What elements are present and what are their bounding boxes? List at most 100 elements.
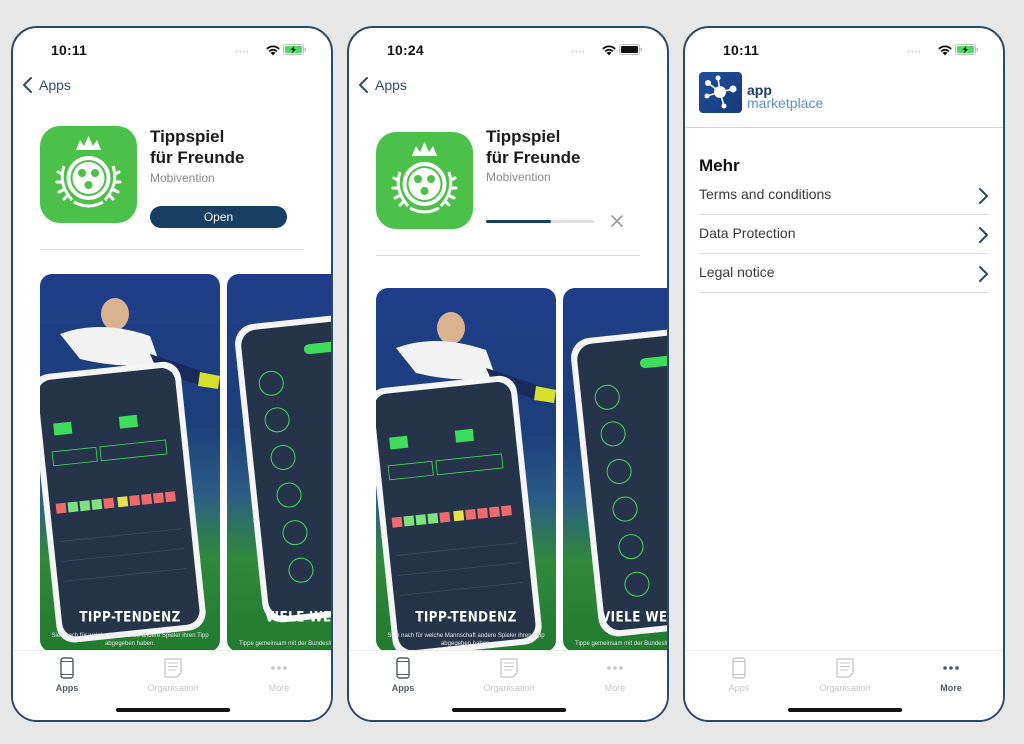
screenshot-artwork — [376, 312, 556, 652]
signal-icon — [235, 50, 249, 53]
close-icon — [611, 215, 623, 227]
phone-icon — [732, 657, 746, 679]
phone-screen-app-detail-downloading: 10:24 Apps Tippspiel für Freunde Mobiven… — [347, 26, 669, 722]
tab-label: Apps — [728, 683, 750, 693]
back-button[interactable]: Apps — [21, 76, 71, 94]
status-time: 10:11 — [51, 42, 88, 58]
tab-organisation[interactable]: Organisation — [805, 657, 885, 693]
signal-icon — [571, 50, 585, 53]
network-logo-icon — [699, 72, 742, 113]
chevron-left-icon — [23, 77, 32, 93]
screenshot-carousel[interactable]: TIPP-TENDENZ Sieh nach für welche Mannsc… — [40, 274, 331, 652]
more-dots-icon — [607, 666, 623, 670]
back-label: Apps — [375, 77, 407, 93]
tab-label: More — [604, 683, 626, 693]
screenshot-viele-wetten[interactable]: VIELE WETT Tippe gemeinsam mit der Bunde… — [227, 274, 331, 652]
list-item-data-protection[interactable]: Data Protection — [699, 215, 989, 254]
list-item-label: Data Protection — [699, 225, 796, 241]
tab-more[interactable]: More — [575, 657, 655, 693]
tab-apps[interactable]: Apps — [699, 657, 779, 693]
screenshot-artwork — [571, 325, 667, 637]
app-title-line2: für Freunde — [486, 148, 581, 167]
app-icon-soccer-crown — [376, 132, 473, 229]
chevron-right-icon — [979, 188, 988, 204]
app-header: Tippspiel für Freunde Mobivention — [376, 127, 640, 256]
chevron-left-icon — [359, 77, 368, 93]
tab-apps[interactable]: Apps — [27, 657, 107, 693]
home-indicator — [116, 708, 230, 712]
tab-more[interactable]: More — [911, 657, 991, 693]
screenshot-caption: TIPP-TENDENZ — [79, 608, 181, 626]
tab-bar: Apps Organisation More — [13, 650, 331, 720]
screenshot-caption: VIELE WETT — [265, 608, 331, 626]
list-icon — [836, 658, 854, 678]
list-item-label: Terms and conditions — [699, 186, 832, 202]
list-item-terms[interactable]: Terms and conditions — [699, 176, 989, 215]
tab-label: More — [268, 683, 290, 693]
screenshot-artwork — [40, 298, 220, 643]
app-developer: Mobivention — [150, 171, 215, 185]
back-label: Apps — [39, 77, 71, 93]
app-title-line1: Tippspiel — [486, 127, 561, 146]
more-dots-icon — [271, 666, 287, 670]
app-marketplace-header: app marketplace — [685, 72, 1003, 128]
chevron-right-icon — [979, 227, 988, 243]
battery-charging-icon — [283, 44, 307, 55]
cancel-download-button[interactable] — [608, 212, 626, 230]
download-progress-fill — [486, 220, 551, 223]
signal-icon — [907, 50, 921, 53]
tab-apps[interactable]: Apps — [363, 657, 443, 693]
phone-screen-more: 10:11 app marketplace Mehr Terms and con… — [683, 26, 1005, 722]
more-dots-icon — [943, 666, 959, 670]
screenshot-carousel[interactable]: TIPP-TENDENZ Sieh nach für welche Mannsc… — [376, 288, 667, 652]
wifi-icon — [938, 45, 952, 56]
app-title-line1: Tippspiel — [150, 127, 225, 146]
chevron-right-icon — [979, 266, 988, 282]
list-icon — [164, 658, 182, 678]
screenshot-subtitle: Tippe gemeinsam mit der Bundesliga und d… — [239, 641, 331, 647]
status-time: 10:11 — [723, 42, 760, 58]
status-bar: 10:24 — [349, 42, 667, 62]
list-icon — [500, 658, 518, 678]
app-developer: Mobivention — [486, 170, 551, 184]
tab-label: More — [940, 683, 962, 693]
home-indicator — [452, 708, 566, 712]
download-progress-bar — [486, 220, 594, 223]
screenshot-viele-wetten[interactable]: VIELE WETT Tippe gemeinsam mit der Bunde… — [563, 288, 667, 652]
tab-organisation[interactable]: Organisation — [469, 657, 549, 693]
screenshot-subtitle: Sieh nach für welche Mannschaft andere S… — [51, 633, 209, 647]
wifi-icon — [266, 45, 280, 56]
open-button[interactable]: Open — [150, 206, 287, 228]
tab-label: Organisation — [819, 683, 871, 693]
phone-icon — [396, 657, 410, 679]
list-item-label: Legal notice — [699, 264, 775, 280]
screenshot-artwork — [235, 311, 331, 623]
screenshot-caption: VIELE WETT — [601, 608, 667, 626]
list-item-legal-notice[interactable]: Legal notice — [699, 254, 989, 293]
app-title: Tippspiel für Freunde — [486, 126, 580, 168]
status-time: 10:24 — [387, 42, 424, 58]
battery-charging-icon — [955, 44, 979, 55]
brand-line2: marketplace — [747, 95, 824, 111]
app-icon-soccer-crown — [40, 126, 137, 223]
tab-label: Apps — [55, 683, 79, 693]
tab-label: Apps — [391, 683, 415, 693]
screenshot-subtitle: Tippe gemeinsam mit der Bundesliga und d… — [575, 641, 667, 647]
wifi-icon — [602, 45, 616, 56]
tab-organisation[interactable]: Organisation — [133, 657, 213, 693]
app-header: Tippspiel für Freunde Mobivention Open — [40, 126, 304, 250]
screenshot-caption: TIPP-TENDENZ — [415, 608, 517, 626]
app-title-line2: für Freunde — [150, 148, 245, 167]
screenshot-tipp-tendenz[interactable]: TIPP-TENDENZ Sieh nach für welche Mannsc… — [376, 288, 556, 652]
tab-more[interactable]: More — [239, 657, 319, 693]
brand-name: app marketplace — [747, 83, 824, 111]
tab-label: Organisation — [483, 683, 535, 693]
screenshot-tipp-tendenz[interactable]: TIPP-TENDENZ Sieh nach für welche Mannsc… — [40, 274, 220, 652]
home-indicator — [788, 708, 902, 712]
tab-label: Organisation — [147, 683, 199, 693]
back-button[interactable]: Apps — [357, 76, 407, 94]
status-bar: 10:11 — [685, 42, 1003, 62]
app-title: Tippspiel für Freunde — [150, 126, 244, 168]
battery-full-icon — [619, 44, 643, 55]
phone-icon — [60, 657, 74, 679]
